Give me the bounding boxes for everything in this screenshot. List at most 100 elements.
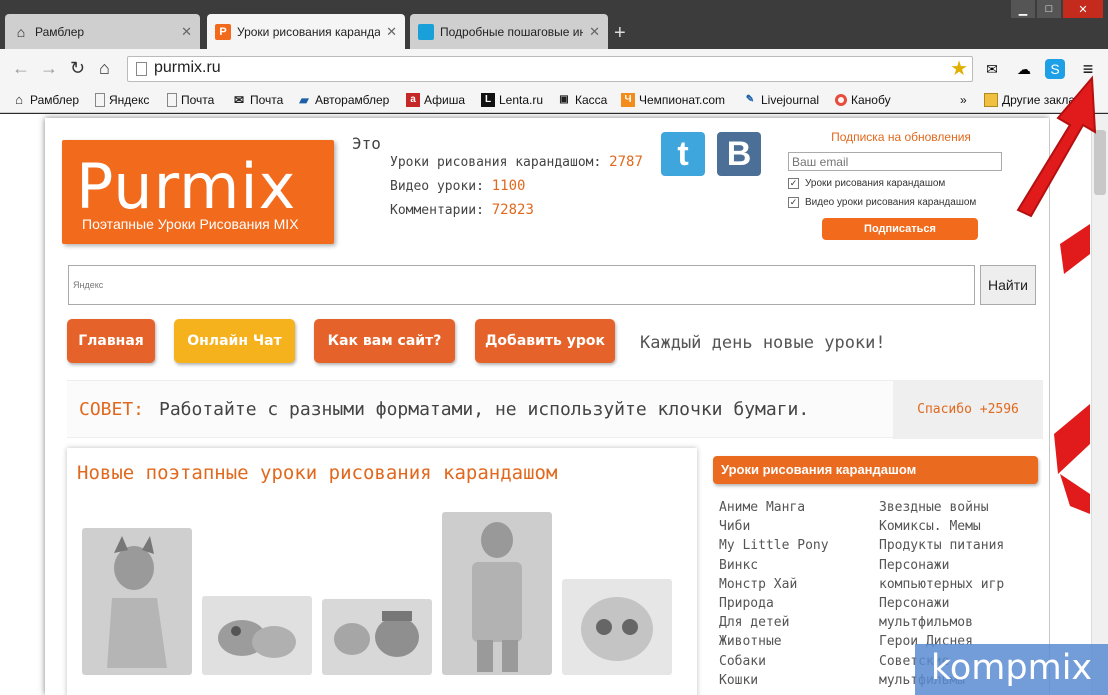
folder-icon <box>984 93 998 107</box>
site-logo[interactable]: Purmix Поэтапные Уроки Рисования MIX <box>62 140 334 244</box>
category-link[interactable]: Природа <box>719 594 829 613</box>
feedback-nav-button[interactable]: Как вам сайт? <box>314 319 455 363</box>
stats-row-video: Видео уроки: 1100 <box>390 178 525 194</box>
lesson-thumbnail[interactable] <box>562 579 672 675</box>
mail-icon: ✉ <box>233 93 245 107</box>
bookmark-star-icon[interactable]: ★ <box>950 56 968 81</box>
subscribe-option-video[interactable]: ✓ Видео уроки рисования карандашом <box>788 197 976 208</box>
thanks-button[interactable]: Спасибо +2596 <box>893 381 1043 439</box>
bookmark-pochta-2[interactable]: ✉ Почта <box>232 93 283 107</box>
category-link[interactable]: Кошки <box>719 671 829 690</box>
add-lesson-button[interactable]: Добавить урок <box>475 319 615 363</box>
new-tab-button[interactable]: + <box>614 22 626 45</box>
bookmark-label: Яндекс <box>109 93 150 107</box>
tab-purmix[interactable]: P Уроки рисования каранда ✕ <box>207 14 405 49</box>
bookmark-kassa[interactable]: ▣ Касса <box>557 93 607 107</box>
tab-title: Уроки рисования каранда <box>237 24 381 39</box>
forward-button[interactable]: → <box>40 58 58 79</box>
category-link[interactable]: Персонажи <box>879 594 1004 613</box>
category-link[interactable]: Аниме Манга <box>719 498 829 517</box>
email-field[interactable] <box>788 152 1002 171</box>
category-link[interactable]: Монстр Хай <box>719 575 829 594</box>
bookmarks-more-button[interactable]: » <box>960 93 967 107</box>
bookmark-label: Авторамблер <box>315 93 390 107</box>
afisha-icon: a <box>406 93 420 107</box>
bookmark-label: Афиша <box>424 93 466 107</box>
category-link[interactable]: Персонажи <box>879 556 1004 575</box>
category-link[interactable]: компьютерных игр <box>879 575 1004 594</box>
checkbox-icon[interactable]: ✓ <box>788 178 799 189</box>
category-link[interactable]: Для детей <box>719 613 829 632</box>
category-link[interactable]: My Little Pony <box>719 536 829 555</box>
search-button[interactable]: Найти <box>980 265 1036 305</box>
bookmark-kanobu[interactable]: Канобу <box>835 93 891 107</box>
category-link[interactable]: Винкс <box>719 556 829 575</box>
tumblr-icon[interactable]: t <box>661 132 705 176</box>
bookmark-rambler[interactable]: ⌂ Рамблер <box>12 92 79 108</box>
category-link[interactable]: Продукты питания <box>879 536 1004 555</box>
stat-value: 72823 <box>491 202 534 218</box>
reload-button[interactable]: ↻ <box>70 58 85 79</box>
stat-value: 2787 <box>609 154 643 170</box>
address-bar[interactable]: purmix.ru ★ <box>127 56 973 82</box>
close-icon[interactable]: ✕ <box>386 24 397 40</box>
bookmarks-bar: ⌂ Рамблер Яндекс Почта ✉ Почта ▰ Авторамбле… <box>0 89 1108 113</box>
maximize-button[interactable]: □ <box>1037 0 1061 18</box>
vk-letter: B <box>726 134 752 173</box>
subscribe-title: Подписка на обновления <box>831 130 971 144</box>
category-link[interactable]: Комиксы. Мемы <box>879 517 1004 536</box>
house-icon: ⌂ <box>15 92 23 107</box>
bookmark-afisha[interactable]: a Афиша <box>406 93 465 107</box>
category-link[interactable]: Собаки <box>719 652 829 671</box>
logo-tagline: Поэтапные Уроки Рисования MIX <box>82 216 299 232</box>
lesson-thumbnail[interactable] <box>202 596 312 675</box>
category-link[interactable]: Животные <box>719 632 829 651</box>
subscribe-button[interactable]: Подписаться <box>822 218 978 240</box>
mail-extension-icon[interactable]: ✉ <box>982 59 1002 79</box>
bookmark-yandex[interactable]: Яндекс <box>95 93 149 107</box>
category-link[interactable]: Звездные войны <box>879 498 1004 517</box>
bookmark-championat[interactable]: Ч Чемпионат.com <box>621 93 725 107</box>
categories-sidebar: Уроки рисования карандашом Аниме Манга Ч… <box>713 456 1038 688</box>
lesson-thumbnail[interactable] <box>442 512 552 675</box>
search-input[interactable]: Яндекс <box>68 265 975 305</box>
bookmark-label: Lenta.ru <box>499 93 544 107</box>
tab-instructions[interactable]: Подробные пошаговые ин ✕ <box>410 14 608 49</box>
close-window-button[interactable]: ✕ <box>1063 0 1103 18</box>
vk-icon[interactable]: B <box>717 132 761 176</box>
home-button[interactable]: ⌂ <box>99 58 110 79</box>
page-viewport: Purmix Поэтапные Уроки Рисования MIX Это… <box>0 114 1108 695</box>
pencil-icon: ✎ <box>745 94 755 105</box>
house-icon: ⌂ <box>16 23 26 40</box>
bookmark-livejournal[interactable]: ✎ Livejournal <box>743 93 819 107</box>
subscribe-option-pencil[interactable]: ✓ Уроки рисования карандашом <box>788 178 945 189</box>
close-icon[interactable]: ✕ <box>181 24 192 40</box>
bookmark-lenta[interactable]: L Lenta.ru <box>481 93 543 107</box>
bookmark-label: Касса <box>575 93 608 107</box>
stat-label: Уроки рисования карандашом: <box>390 155 602 170</box>
chat-nav-button[interactable]: Онлайн Чат <box>174 319 295 363</box>
stats-row-pencil: Уроки рисования карандашом: 2787 <box>390 154 643 170</box>
bookmark-pochta-1[interactable]: Почта <box>167 93 214 107</box>
category-link[interactable]: мультфильмов <box>879 613 1004 632</box>
minimize-button[interactable]: ▁ <box>1011 0 1035 18</box>
stat-label: Видео уроки: <box>390 179 484 194</box>
site-stats: Это Уроки рисования карандашом: 2787 Вид… <box>352 134 643 218</box>
close-icon[interactable]: ✕ <box>589 24 600 40</box>
checkbox-icon[interactable]: ✓ <box>788 197 799 208</box>
logo-text: Purmix <box>76 150 297 223</box>
stat-value: 1100 <box>491 178 526 194</box>
bookmark-autorambler[interactable]: ▰ Авторамблер <box>297 93 389 107</box>
back-button[interactable]: ← <box>12 58 30 79</box>
option-label: Уроки рисования карандашом <box>805 178 946 189</box>
url-text: purmix.ru <box>154 59 221 76</box>
home-nav-button[interactable]: Главная <box>67 319 155 363</box>
ticket-icon: ▣ <box>559 94 569 105</box>
tab-rambler[interactable]: ⌂ Рамблер ✕ <box>5 14 200 49</box>
lesson-thumbnail[interactable] <box>322 599 432 675</box>
red-arrow-pointer <box>1016 75 1097 218</box>
category-link[interactable]: Чиби <box>719 517 829 536</box>
tip-text: Работайте с разными форматами, не исполь… <box>159 399 810 420</box>
lesson-thumbnail[interactable] <box>82 528 192 675</box>
page-icon <box>95 93 105 107</box>
